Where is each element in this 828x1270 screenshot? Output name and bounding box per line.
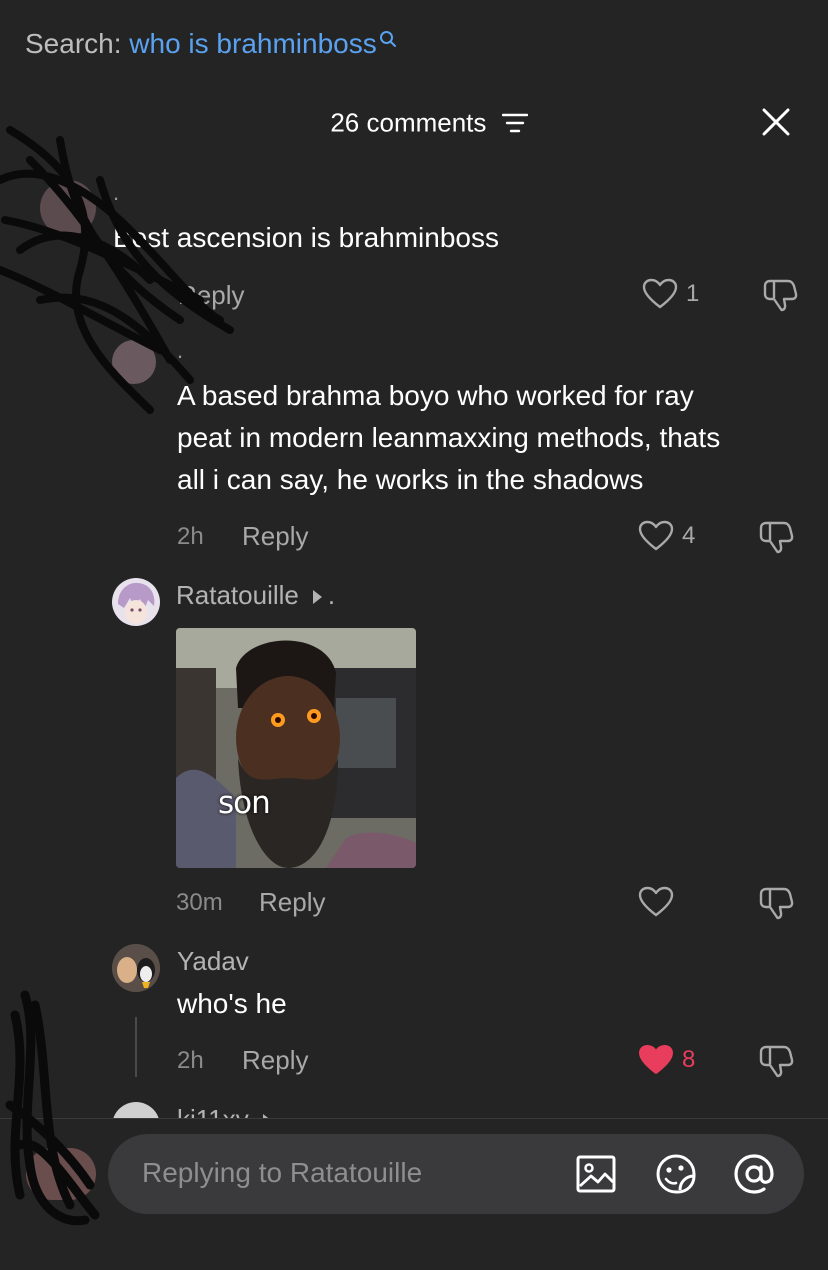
like-button[interactable]: 4 [638, 520, 695, 552]
comments-count: 26 comments [330, 107, 487, 138]
avatar[interactable] [40, 180, 96, 236]
comment-text-line: all i can say, he works in the shadows [177, 464, 644, 495]
comment-author[interactable]: . [177, 338, 183, 364]
dislike-icon[interactable] [758, 520, 794, 554]
comments-header[interactable]: 26 comments [0, 106, 828, 139]
image-caption: son [218, 785, 271, 821]
dislike-icon[interactable] [758, 886, 794, 920]
comment-time: 2h [177, 1047, 204, 1074]
my-avatar[interactable] [26, 1148, 96, 1200]
comment-input-placeholder: Replying to Ratatouille [142, 1157, 423, 1188]
like-button[interactable]: 8 [638, 1044, 695, 1076]
author-name: ki11xv [177, 1104, 249, 1118]
search-icon [379, 31, 396, 47]
comment-author[interactable]: Ratatouille. [176, 580, 335, 611]
reply-button[interactable]: Reply [242, 1045, 308, 1076]
comment-author[interactable]: Yadav [177, 946, 249, 977]
composer-divider [0, 1118, 828, 1119]
comment-text-line: A based brahma boyo who worked for ray [177, 380, 694, 411]
avatar[interactable] [112, 340, 156, 384]
heart-icon [642, 278, 678, 309]
comment-input[interactable]: Replying to Ratatouille [108, 1134, 804, 1214]
dislike-icon[interactable] [758, 1044, 794, 1078]
avatar[interactable] [112, 944, 160, 992]
dislike-icon[interactable] [762, 278, 798, 312]
reply-to-arrow-icon [312, 590, 322, 605]
comment-time: 30m [176, 889, 223, 916]
image-icon[interactable] [574, 1152, 618, 1196]
like-button[interactable] [638, 886, 674, 918]
mention-icon[interactable] [732, 1152, 776, 1196]
like-button[interactable]: 1 [642, 278, 699, 310]
emoji-icon[interactable] [654, 1152, 698, 1196]
heart-icon [638, 886, 674, 917]
comment-time: 2h [177, 523, 204, 550]
search-query: who is brahminboss [129, 28, 377, 59]
search-suggestion[interactable]: Search: who is brahminboss [25, 28, 397, 60]
reply-button[interactable]: Reply [242, 521, 308, 552]
like-count: 4 [682, 522, 696, 549]
close-icon[interactable] [758, 104, 794, 140]
reply-button[interactable]: Reply [259, 887, 325, 918]
comment-text: Best ascension is brahminboss [113, 222, 499, 253]
comment-author[interactable]: . [113, 180, 119, 206]
reply-button[interactable]: Reply [178, 280, 244, 311]
sort-icon[interactable] [501, 112, 528, 134]
avatar[interactable] [112, 1102, 160, 1118]
heart-filled-icon [639, 1045, 673, 1074]
reply-to-name: . [327, 580, 336, 610]
heart-icon [638, 520, 674, 551]
comment-text: who's he [177, 988, 287, 1019]
comments-sheet: Search: who is brahminboss 26 comments .… [0, 0, 828, 1270]
thread-line [135, 1017, 137, 1077]
search-label: Search: [25, 28, 122, 59]
comment-image[interactable]: son [176, 628, 416, 868]
avatar[interactable] [112, 578, 160, 626]
comment-text-line: peat in modern leanmaxxing methods, that… [177, 422, 721, 453]
comment-partial: ki11xv [0, 1096, 828, 1118]
comment-author[interactable]: ki11xv [177, 1104, 278, 1118]
like-count: 1 [686, 280, 700, 307]
like-count: 8 [682, 1046, 696, 1073]
author-name: Ratatouille [176, 580, 299, 610]
